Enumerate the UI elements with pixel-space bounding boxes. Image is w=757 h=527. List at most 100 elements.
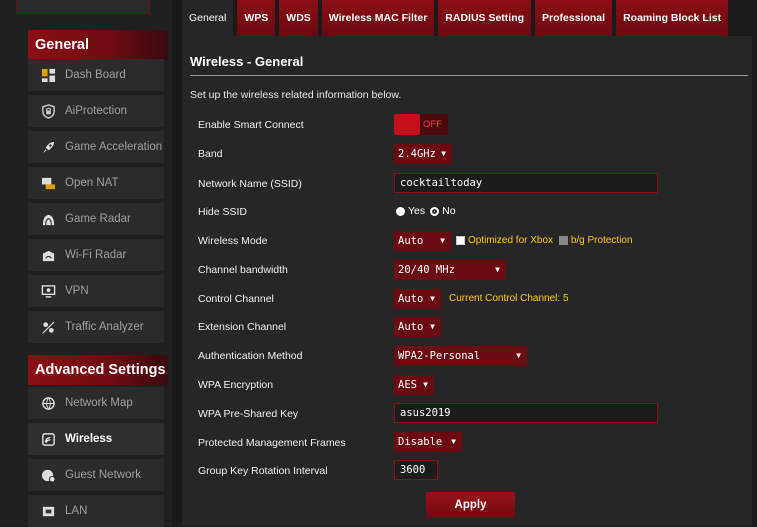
sidebar-item-label: Wireless xyxy=(65,433,113,445)
chevron-down-icon: ▼ xyxy=(423,380,428,389)
hide-ssid-label: Hide SSID xyxy=(198,206,248,218)
chevron-down-icon: ▼ xyxy=(430,322,435,331)
sidebar: General Dash Board AiProtection Game Acc… xyxy=(0,0,172,527)
toggle-knob xyxy=(394,114,420,135)
wireless-mode-select[interactable]: Auto ▼ xyxy=(394,231,451,251)
guest-network-icon xyxy=(37,466,59,484)
ssid-input[interactable]: cocktailtoday xyxy=(394,173,658,193)
band-value: 2.4GHz xyxy=(398,148,436,160)
page-description: Set up the wireless related information … xyxy=(190,89,402,101)
game-radar-icon xyxy=(37,210,59,228)
toggle-state-label: OFF xyxy=(423,119,442,130)
smart-connect-label: Enable Smart Connect xyxy=(198,119,304,131)
sidebar-item-label: Network Map xyxy=(65,397,133,409)
hide-ssid-no-label: No xyxy=(442,205,456,217)
tab-radius-setting[interactable]: RADIUS Setting xyxy=(438,0,532,36)
xbox-checkbox[interactable] xyxy=(456,235,465,245)
sidebar-item-open-nat[interactable]: Open NAT xyxy=(28,167,164,199)
hide-ssid-radio-group: Yes No xyxy=(396,205,456,217)
wpa-encryption-value: AES xyxy=(398,379,417,391)
sidebar-heading-general: General xyxy=(28,30,168,60)
vpn-monitor-icon xyxy=(37,282,59,300)
sidebar-item-vpn[interactable]: VPN xyxy=(28,275,164,307)
group-key-input[interactable]: 3600 xyxy=(394,460,438,480)
lan-icon xyxy=(37,502,59,520)
pmf-select[interactable]: Disable ▼ xyxy=(394,432,462,452)
sidebar-item-label: Dash Board xyxy=(65,69,126,81)
apply-button[interactable]: Apply xyxy=(426,492,515,518)
control-channel-value: Auto xyxy=(398,293,424,305)
sidebar-item-wireless[interactable]: Wireless xyxy=(28,423,164,455)
current-control-channel-note: Current Control Channel: 5 xyxy=(449,293,569,304)
bg-protection-label: b/g Protection xyxy=(570,235,633,246)
chevron-down-icon: ▼ xyxy=(430,294,435,303)
tab-wireless-mac-filter[interactable]: Wireless MAC Filter xyxy=(321,0,435,36)
control-channel-select[interactable]: Auto ▼ xyxy=(394,289,441,309)
sidebar-item-traffic-analyzer[interactable]: Traffic Analyzer xyxy=(28,311,164,343)
smart-connect-toggle[interactable]: OFF xyxy=(394,114,448,135)
open-nat-icon xyxy=(37,174,59,192)
control-channel-label: Control Channel xyxy=(198,293,274,305)
sidebar-item-aiprotection[interactable]: AiProtection xyxy=(28,95,164,127)
wpa-encryption-select[interactable]: AES ▼ xyxy=(394,375,434,395)
dashboard-icon xyxy=(37,66,59,84)
network-map-icon xyxy=(37,394,59,412)
hide-ssid-yes-label: Yes xyxy=(408,205,426,217)
sidebar-item-game-acceleration[interactable]: Game Acceleration xyxy=(28,131,164,163)
psk-input[interactable]: asus2019 xyxy=(394,403,658,423)
sidebar-item-label: VPN xyxy=(65,285,89,297)
sidebar-item-lan[interactable]: LAN xyxy=(28,495,164,527)
traffic-analyzer-icon xyxy=(37,318,59,336)
tab-general[interactable]: General xyxy=(182,0,234,36)
wireless-mode-options: Optimized for Xbox b/g Protection xyxy=(456,234,633,248)
extension-channel-value: Auto xyxy=(398,321,424,333)
wifi-radar-icon xyxy=(37,246,59,264)
title-divider xyxy=(190,75,748,76)
wireless-mode-value: Auto xyxy=(398,235,424,247)
pmf-label: Protected Management Frames xyxy=(198,437,346,449)
rocket-icon xyxy=(37,138,59,156)
chevron-down-icon: ▼ xyxy=(516,351,521,360)
pmf-value: Disable xyxy=(398,436,443,448)
band-select[interactable]: 2.4GHz ▼ xyxy=(394,144,452,164)
auth-method-value: WPA2-Personal xyxy=(398,350,481,362)
auth-method-select[interactable]: WPA2-Personal ▼ xyxy=(394,346,527,366)
channel-bandwidth-label: Channel bandwidth xyxy=(198,264,288,276)
main-panel xyxy=(182,36,752,526)
hide-ssid-no-radio[interactable] xyxy=(430,206,440,216)
chevron-down-icon: ▼ xyxy=(440,236,445,245)
sidebar-item-game-radar[interactable]: Game Radar xyxy=(28,203,164,235)
tab-professional[interactable]: Professional xyxy=(535,0,613,36)
wireless-icon xyxy=(37,430,59,448)
sidebar-item-label: Wi-Fi Radar xyxy=(65,249,127,261)
sidebar-item-label: Guest Network xyxy=(65,469,142,481)
wireless-mode-label: Wireless Mode xyxy=(198,235,268,247)
tab-wps[interactable]: WPS xyxy=(237,0,276,36)
sidebar-heading-advanced: Advanced Settings xyxy=(28,355,168,385)
auth-method-label: Authentication Method xyxy=(198,350,303,362)
sidebar-item-wifi-radar[interactable]: Wi-Fi Radar xyxy=(28,239,164,271)
channel-bandwidth-select[interactable]: 20/40 MHz ▼ xyxy=(394,260,506,280)
chevron-down-icon: ▼ xyxy=(441,149,446,158)
chevron-down-icon: ▼ xyxy=(495,265,500,274)
wpa-encryption-label: WPA Encryption xyxy=(198,379,274,391)
channel-bandwidth-value: 20/40 MHz xyxy=(398,264,455,276)
sidebar-item-label: AiProtection xyxy=(65,105,128,117)
sidebar-item-label: Open NAT xyxy=(65,177,119,189)
page-title: Wireless - General xyxy=(190,54,304,69)
sidebar-item-dashboard[interactable]: Dash Board xyxy=(28,59,164,91)
ssid-label: Network Name (SSID) xyxy=(198,178,302,190)
hide-ssid-yes-radio[interactable] xyxy=(396,206,405,216)
extension-channel-label: Extension Channel xyxy=(198,321,287,333)
sidebar-item-label: LAN xyxy=(65,505,88,517)
sidebar-item-label: Game Radar xyxy=(65,213,131,225)
aiprotection-lock-icon xyxy=(37,102,59,120)
tab-roaming-block-list[interactable]: Roaming Block List xyxy=(616,0,729,36)
sidebar-item-guest-network[interactable]: Guest Network xyxy=(28,459,164,491)
extension-channel-select[interactable]: Auto ▼ xyxy=(394,317,441,337)
tab-wds[interactable]: WDS xyxy=(279,0,318,36)
bg-protection-checkbox[interactable] xyxy=(558,235,568,245)
tab-bar: General WPS WDS Wireless MAC Filter RADI… xyxy=(182,0,732,36)
xbox-option-label: Optimized for Xbox xyxy=(468,235,554,246)
sidebar-item-network-map[interactable]: Network Map xyxy=(28,387,164,419)
